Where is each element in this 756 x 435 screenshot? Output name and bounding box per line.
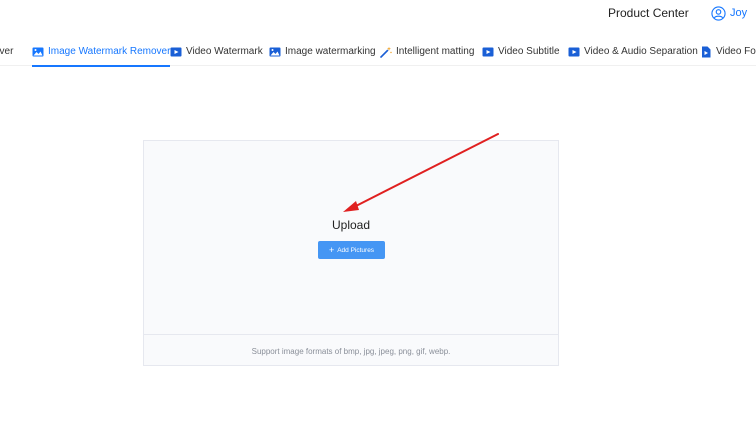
tab-image-watermarking[interactable]: Image watermarking (269, 38, 376, 65)
add-pictures-label: Add Pictures (337, 246, 375, 254)
tab-intelligent-matting[interactable]: Intelligent matting (380, 38, 474, 65)
user-name: Joy (730, 7, 748, 19)
video-icon (568, 47, 580, 56)
tab-image-watermark-remover[interactable]: Image Watermark Remover (32, 38, 171, 67)
tab-video-watermark[interactable]: Video Watermark (170, 38, 263, 65)
tab-label: Video Watermark (186, 46, 263, 57)
upload-title: Upload (331, 218, 371, 232)
plus-icon: + (328, 244, 335, 255)
user-menu[interactable]: Joy (711, 5, 747, 21)
user-icon (711, 5, 726, 21)
image-icon (269, 47, 281, 56)
video-file-icon (702, 46, 711, 57)
video-icon (170, 47, 182, 56)
video-icon (482, 47, 494, 56)
tab-label: Video & Audio Separation (584, 46, 698, 57)
tab-label: over (0, 46, 14, 57)
product-center-link[interactable]: Product Center (608, 6, 689, 20)
tab-video-audio-separation[interactable]: Video & Audio Separation (568, 38, 698, 65)
tab-label: Image watermarking (285, 46, 376, 57)
add-pictures-button[interactable]: + Add Pictures (318, 241, 385, 259)
upload-card: Upload + Add Pictures Support image form… (143, 140, 559, 366)
tab-label: Video Forr (716, 46, 756, 57)
tab-label: Video Subtitle (498, 46, 560, 57)
top-bar: Product Center Joy (0, 0, 756, 26)
tab-label: Image Watermark Remover (48, 46, 171, 57)
tab-video-format-partial[interactable]: Video Forr (700, 38, 756, 65)
supported-formats-note: Support image formats of bmp, jpg, jpeg,… (251, 347, 451, 356)
image-icon (32, 47, 44, 56)
upload-drop-zone[interactable]: Upload + Add Pictures (144, 141, 558, 335)
tab-label: Intelligent matting (396, 46, 475, 57)
tab-remover-partial[interactable]: over (0, 38, 13, 65)
tab-video-subtitle[interactable]: Video Subtitle (482, 38, 560, 65)
tool-tabs: over Image Watermark Remover Video Water… (0, 38, 756, 67)
magic-wand-icon (380, 46, 392, 58)
